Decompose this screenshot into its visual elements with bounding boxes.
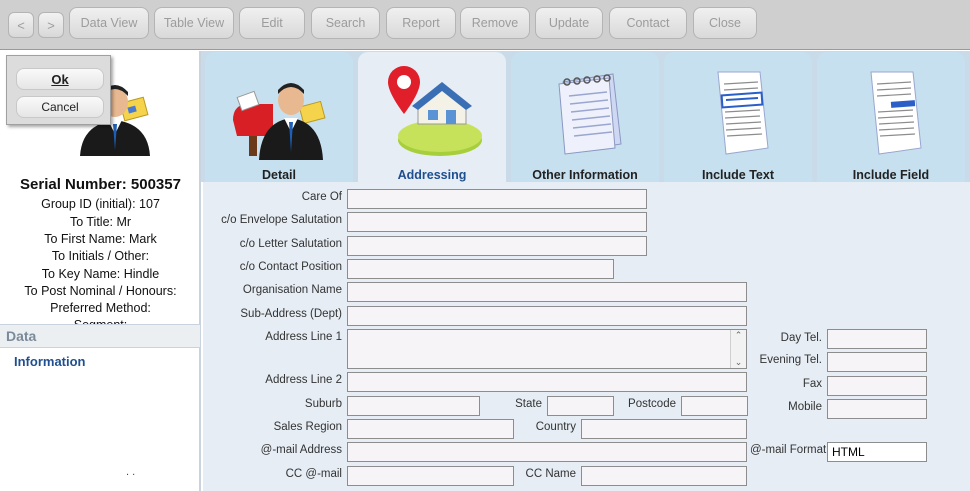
chevron-right-icon: > [47, 17, 55, 33]
tab-include-field[interactable]: Include Field [817, 52, 965, 182]
evening-tel-label: Evening Tel. [759, 354, 822, 366]
notepad-icon [558, 73, 622, 155]
information-link[interactable]: Information [14, 354, 86, 369]
fax-label: Fax [802, 378, 822, 390]
remove-button[interactable]: Remove [460, 7, 530, 39]
care-of-label: Care Of [301, 191, 342, 203]
close-button[interactable]: Close [693, 7, 757, 39]
postcode-label: Postcode [628, 398, 676, 410]
co-letter-field[interactable] [347, 236, 647, 256]
co-letter-label: c/o Letter Salutation [239, 238, 342, 250]
document-text-icon [717, 71, 769, 155]
organisation-label: Organisation Name [242, 284, 342, 296]
tab-addressing[interactable]: Addressing [358, 52, 506, 182]
forward-button[interactable]: > [38, 12, 64, 38]
search-button[interactable]: Search [311, 7, 380, 39]
email-field[interactable] [347, 442, 747, 462]
tab-label: Addressing [397, 168, 467, 182]
back-button[interactable]: < [8, 12, 34, 38]
tab-label: Include Text [701, 168, 774, 182]
tab-other-information[interactable]: Other Information [511, 52, 659, 182]
cc-name-field[interactable] [581, 466, 747, 486]
data-section-header: Data [0, 324, 200, 348]
edit-button[interactable]: Edit [239, 7, 305, 39]
contact-button[interactable]: Contact [609, 7, 687, 39]
state-field[interactable] [547, 396, 614, 416]
house-pin-icon [388, 66, 482, 156]
day-tel-field[interactable] [827, 329, 927, 349]
report-button[interactable]: Report [386, 7, 456, 39]
tab-label: Detail [261, 168, 297, 182]
update-button[interactable]: Update [535, 7, 603, 39]
co-envelope-label: c/o Envelope Salutation [221, 214, 342, 226]
chevron-down-icon[interactable]: ⌄ [735, 357, 743, 368]
chevron-up-icon[interactable]: ⌃ [735, 330, 743, 341]
to-title: To Title: Mr [69, 215, 132, 229]
co-contact-position-label: c/o Contact Position [239, 261, 342, 273]
address1-scrollbar[interactable]: ⌃ ⌄ [730, 330, 746, 368]
address1-field[interactable] [347, 329, 747, 369]
table-view-button[interactable]: Table View [154, 7, 234, 39]
cc-email-label: CC @-mail [285, 468, 342, 480]
to-post-nominal: To Post Nominal / Honours: [24, 284, 177, 298]
co-contact-position-field[interactable] [347, 259, 614, 279]
chevron-left-icon: < [17, 17, 25, 33]
fax-field[interactable] [827, 376, 927, 396]
document-field-icon [870, 71, 922, 155]
preferred-method: Preferred Method: [50, 301, 151, 315]
toolbar: < > Data View Table View Edit Search Rep… [0, 0, 970, 50]
address1-label: Address Line 1 [265, 331, 342, 343]
tab-include-text[interactable]: Include Text [664, 52, 812, 182]
suburb-label: Suburb [304, 398, 342, 410]
address2-label: Address Line 2 [265, 374, 342, 386]
care-of-field[interactable] [347, 189, 647, 209]
country-label: Country [535, 421, 576, 433]
suburb-field[interactable] [347, 396, 480, 416]
mobile-field[interactable] [827, 399, 927, 419]
cc-name-label: CC Name [525, 468, 576, 480]
tab-label: Other Information [532, 168, 638, 182]
sales-region-field[interactable] [347, 419, 514, 439]
email-label: @-mail Address [260, 444, 342, 456]
group-id: Group ID (initial): 107 [41, 197, 160, 211]
co-envelope-field[interactable] [347, 212, 647, 232]
tab-detail[interactable]: Detail [205, 52, 353, 182]
dialog-popup: Ok Cancel [6, 55, 111, 125]
to-initials: To Initials / Other: [51, 249, 150, 263]
cc-email-field[interactable] [347, 466, 514, 486]
status-dots: . . [126, 466, 136, 478]
sub-address-field[interactable] [347, 306, 747, 326]
mailbox-person-icon [233, 83, 326, 160]
email-format-label: @-mail Format [750, 444, 827, 456]
sales-region-label: Sales Region [273, 421, 342, 433]
serial-number: Serial Number: 500357 [20, 176, 181, 193]
email-format-field[interactable]: HTML [827, 442, 927, 462]
day-tel-label: Day Tel. [780, 332, 822, 344]
ok-button[interactable]: Ok [16, 68, 104, 90]
tab-label: Include Field [852, 168, 930, 182]
cancel-button[interactable]: Cancel [16, 96, 104, 118]
country-field[interactable] [581, 419, 747, 439]
address2-field[interactable] [347, 372, 747, 392]
postcode-field[interactable] [681, 396, 748, 416]
sub-address-label: Sub-Address (Dept) [240, 308, 342, 320]
data-view-button[interactable]: Data View [69, 7, 149, 39]
state-label: State [515, 398, 542, 410]
to-first-name: To First Name: Mark [44, 232, 157, 246]
organisation-field[interactable] [347, 282, 747, 302]
mobile-label: Mobile [788, 401, 822, 413]
evening-tel-field[interactable] [827, 352, 927, 372]
to-key-name: To Key Name: Hindle [41, 267, 160, 281]
